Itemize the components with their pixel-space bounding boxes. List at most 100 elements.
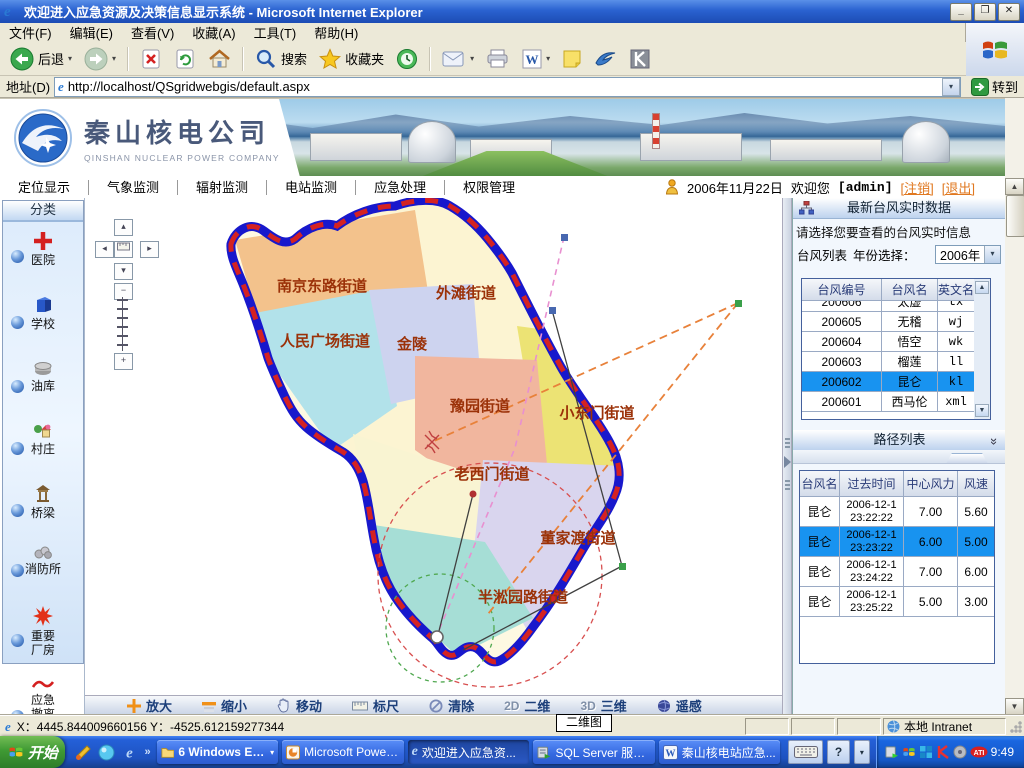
tray-sql-server-icon[interactable] bbox=[885, 745, 899, 759]
back-button[interactable]: 后退▾ bbox=[6, 45, 76, 73]
typhoon-list-scrollbar[interactable]: ▲ ▼ bbox=[974, 279, 990, 419]
menu-favorites[interactable]: 收藏(A) bbox=[183, 23, 244, 42]
tab-location-display[interactable]: 定位显示 bbox=[0, 180, 89, 195]
menu-view[interactable]: 查看(V) bbox=[122, 23, 183, 42]
map-tool-remote-sensing[interactable]: 遥感 bbox=[657, 696, 702, 715]
input-keyboard-button[interactable] bbox=[788, 740, 823, 764]
scroll-down-icon[interactable]: ▼ bbox=[1005, 698, 1024, 715]
map-tool-clear[interactable]: 清除 bbox=[429, 696, 474, 715]
typhoon-row[interactable]: 200604 悟空 wk bbox=[802, 332, 974, 352]
map-pan-left-button[interactable]: ◂ bbox=[95, 241, 114, 258]
typhoon-row[interactable]: 200606 太虚 tx bbox=[802, 301, 974, 312]
taskbar-window-explorer-group[interactable]: 6 Windows Expl... ▾ bbox=[157, 740, 279, 764]
tray-kaspersky-icon[interactable] bbox=[936, 745, 950, 759]
address-dropdown-icon[interactable]: ▾ bbox=[942, 78, 960, 96]
path-list-header[interactable]: 路径列表 » bbox=[793, 430, 1006, 451]
panel-splitter[interactable] bbox=[782, 198, 792, 715]
sidebar-item-hospital[interactable]: 医院 bbox=[3, 222, 83, 284]
map-pan-down-button[interactable]: ▾ bbox=[114, 263, 133, 280]
taskbar-window-powerpoint[interactable]: Microsoft PowerP... bbox=[282, 740, 404, 764]
path-row-selected[interactable]: 昆仑 2006-12-123:23:22 6.00 5.00 bbox=[800, 527, 994, 557]
print-button[interactable] bbox=[482, 47, 514, 71]
sidebar-item-village[interactable]: 村庄 bbox=[3, 412, 83, 474]
sidebar-item-important-plant[interactable]: 重要 厂房 bbox=[3, 596, 83, 668]
scroll-up-icon[interactable]: ▲ bbox=[975, 281, 989, 294]
typhoon-row[interactable]: 200601 西马伦 xml bbox=[802, 392, 974, 412]
map-tool-2d[interactable]: 2D 二维 bbox=[504, 696, 550, 715]
close-button[interactable]: ✕ bbox=[998, 3, 1020, 21]
sidebar-item-fire-station[interactable]: 消防所 bbox=[3, 536, 83, 596]
map-tool-zoom-in[interactable]: 放大 bbox=[127, 696, 172, 715]
k-tool-button[interactable] bbox=[626, 47, 654, 71]
map-canvas[interactable]: 南京东路街道 外滩街道 人民广场街道 金陵 豫园街道 小东门街道 老西门街道 董… bbox=[85, 198, 782, 695]
quick-launch-icon-3[interactable]: e bbox=[121, 744, 138, 761]
menu-file[interactable]: 文件(F) bbox=[0, 23, 61, 42]
go-button[interactable]: 转到 bbox=[965, 77, 1024, 96]
map-pan-up-button[interactable]: ▴ bbox=[114, 219, 133, 236]
forward-button[interactable]: ▾ bbox=[80, 45, 120, 73]
search-button[interactable]: 搜索 bbox=[251, 46, 311, 72]
path-row[interactable]: 昆仑 2006-12-123:25:22 5.00 3.00 bbox=[800, 587, 994, 617]
quick-launch-icon-2[interactable] bbox=[98, 744, 115, 761]
collapse-chevron-icon[interactable]: » bbox=[985, 438, 1004, 445]
map-tool-3d[interactable]: 3D 三维 bbox=[580, 696, 626, 715]
input-help-button[interactable]: ? bbox=[827, 740, 850, 764]
edit-word-button[interactable]: W ▾ bbox=[518, 47, 554, 71]
refresh-button[interactable] bbox=[170, 46, 200, 72]
map-zoom-slider[interactable] bbox=[114, 297, 131, 351]
tray-grid-icon[interactable] bbox=[919, 745, 933, 759]
browser-scrollbar[interactable]: ▲ ▼ bbox=[1005, 98, 1024, 715]
menu-tools[interactable]: 工具(T) bbox=[245, 23, 306, 42]
tray-ati-icon[interactable]: ATI bbox=[970, 746, 988, 758]
messenger-button[interactable] bbox=[590, 47, 622, 71]
tray-disc-icon[interactable] bbox=[953, 745, 967, 759]
tab-permission-management[interactable]: 权限管理 bbox=[445, 180, 533, 195]
history-button[interactable] bbox=[392, 46, 422, 72]
year-dropdown-icon[interactable]: ▾ bbox=[984, 246, 1000, 263]
quick-launch-icon-1[interactable] bbox=[75, 744, 92, 761]
map-tool-zoom-out[interactable]: 缩小 bbox=[202, 696, 247, 715]
stop-button[interactable] bbox=[136, 46, 166, 72]
path-row[interactable]: 昆仑 2006-12-123:24:22 7.00 6.00 bbox=[800, 557, 994, 587]
home-button[interactable] bbox=[204, 46, 235, 72]
tab-radiation-monitor[interactable]: 辐射监测 bbox=[178, 180, 267, 195]
tab-weather-monitor[interactable]: 气象监测 bbox=[89, 180, 178, 195]
tray-windows-icon[interactable] bbox=[902, 745, 916, 759]
typhoon-row-selected[interactable]: 200602 昆仑 kl bbox=[802, 372, 974, 392]
favorites-button[interactable]: 收藏夹 bbox=[315, 46, 388, 72]
typhoon-row[interactable]: 200603 榴莲 ll bbox=[802, 352, 974, 372]
mail-button[interactable]: ▾ bbox=[438, 48, 478, 70]
scrollbar-thumb[interactable] bbox=[1006, 195, 1024, 237]
notes-button[interactable] bbox=[558, 47, 586, 71]
quick-launch-overflow-chevron[interactable]: » bbox=[144, 746, 150, 758]
minimize-button[interactable]: _ bbox=[950, 3, 972, 21]
start-button[interactable]: 开始 bbox=[0, 736, 65, 768]
map-pan-right-button[interactable]: ▸ bbox=[140, 241, 159, 258]
resize-grip[interactable] bbox=[1010, 721, 1022, 733]
taskbar-window-ie-active[interactable]: e 欢迎进入应急资... bbox=[408, 740, 530, 764]
tab-emergency-handling[interactable]: 应急处理 bbox=[356, 180, 445, 195]
restore-button[interactable]: ❐ bbox=[974, 3, 996, 21]
typhoon-row[interactable]: 200605 无稽 wj bbox=[802, 312, 974, 332]
taskbar-window-sql-server[interactable]: SQL Server 服务... bbox=[533, 740, 655, 764]
sidebar-item-bridge[interactable]: 桥梁 bbox=[3, 474, 83, 536]
toolbar-options-button[interactable]: ▾ bbox=[854, 740, 869, 764]
address-input[interactable]: e http://localhost/QSgridwebgis/default.… bbox=[54, 77, 961, 97]
map-tool-ruler[interactable]: 标尺 bbox=[352, 696, 399, 715]
grab-notch[interactable] bbox=[940, 453, 994, 463]
map-tool-pan[interactable]: 移动 bbox=[277, 696, 322, 715]
path-row[interactable]: 昆仑 2006-12-123:22:22 7.00 5.60 bbox=[800, 497, 994, 527]
year-select[interactable]: 2006年 ▾ bbox=[935, 245, 1001, 264]
map-extent-button[interactable] bbox=[114, 241, 133, 258]
sidebar-item-oil-depot[interactable]: 油库 bbox=[3, 350, 83, 412]
menu-edit[interactable]: 编辑(E) bbox=[61, 23, 122, 42]
scroll-down-icon[interactable]: ▼ bbox=[975, 404, 989, 417]
exit-link[interactable]: [退出] bbox=[942, 178, 975, 197]
map-zoom-in-step-button[interactable]: + bbox=[114, 353, 133, 370]
scroll-up-icon[interactable]: ▲ bbox=[1005, 178, 1024, 195]
taskbar-window-word[interactable]: W 秦山核电站应急... bbox=[659, 740, 781, 764]
logout-link[interactable]: [注销] bbox=[901, 178, 934, 197]
menu-help[interactable]: 帮助(H) bbox=[305, 23, 367, 42]
tab-plant-monitor[interactable]: 电站监测 bbox=[267, 180, 356, 195]
sidebar-item-school[interactable]: 学校 bbox=[3, 284, 83, 350]
